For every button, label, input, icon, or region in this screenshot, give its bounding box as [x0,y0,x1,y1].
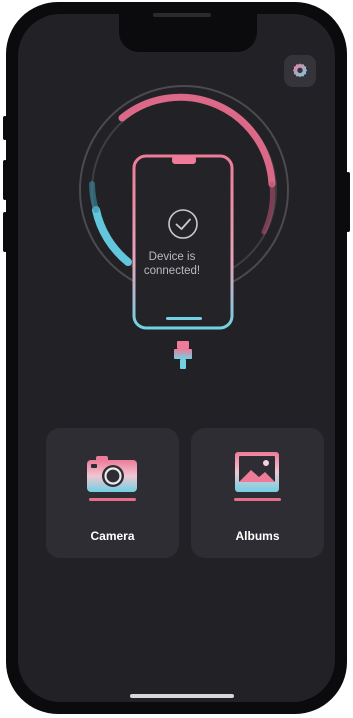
device-home-bar [166,317,202,320]
power-button [346,172,350,232]
albums-label: Albums [235,529,280,543]
connection-status: Device is connected! [118,250,226,278]
earpiece-speaker [153,13,211,17]
camera-label: Camera [90,529,135,543]
device-notch [172,156,196,164]
camera-icon [79,442,145,496]
notch [119,14,257,52]
volume-up-button [3,160,7,200]
mute-switch [3,116,7,140]
albums-card[interactable]: Albums [191,428,324,558]
camera-accent-bar [89,498,136,501]
volume-down-button [3,212,7,252]
usb-cable-icon [174,341,192,369]
page: Device is connected! Camera Albums [0,0,353,718]
progress-arc-pink-tail [261,181,275,235]
progress-arc-cyan-tail [89,181,99,213]
camera-card[interactable]: Camera [46,428,179,558]
albums-accent-bar [234,498,281,501]
connection-illustration [79,85,289,369]
status-line-2: connected! [143,265,201,277]
image-icon [224,442,290,496]
home-indicator[interactable] [130,694,234,698]
device-outline [132,154,234,330]
status-line-1: Device is [148,251,196,263]
